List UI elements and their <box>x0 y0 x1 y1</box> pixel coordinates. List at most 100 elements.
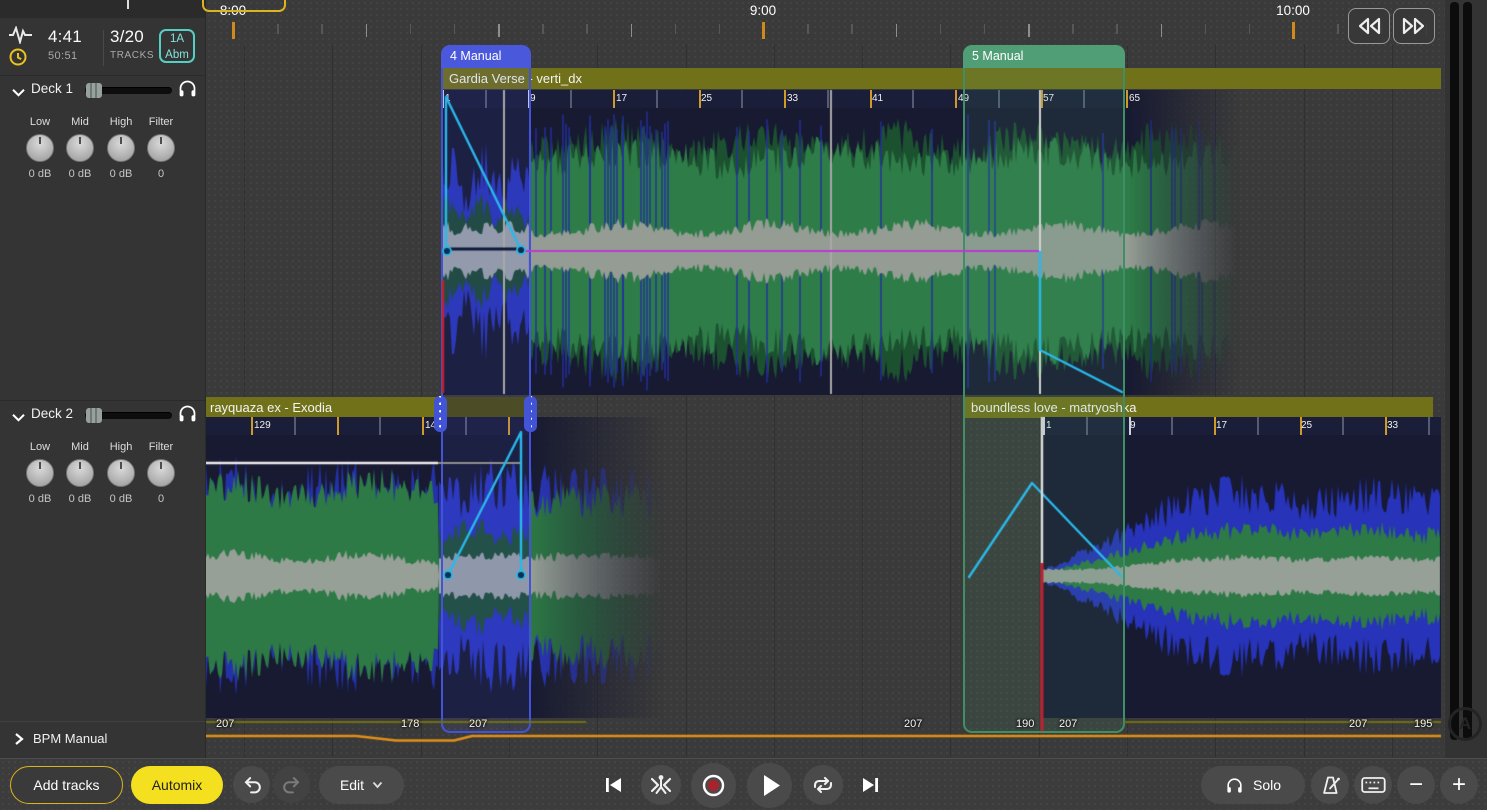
repeat-icon <box>810 772 836 798</box>
minor-tick <box>542 24 544 34</box>
deck-panel-1: Deck 1Low0 dBMid0 dBHigh0 dBFilter0 <box>0 75 205 398</box>
knob-dial[interactable] <box>107 459 135 487</box>
hour-tick <box>232 22 235 39</box>
zoom-in-button[interactable]: + <box>1440 766 1478 804</box>
brand-logo: A <box>1448 707 1482 741</box>
level-meter-rail: A <box>1445 0 1487 758</box>
deck-collapse-toggle[interactable] <box>11 85 26 103</box>
minimap-tick <box>127 0 129 9</box>
automix-label: Automix <box>152 777 203 793</box>
deck-collapse-toggle[interactable] <box>11 410 26 428</box>
transition-body-5[interactable] <box>963 68 1125 733</box>
undo-button[interactable] <box>233 766 270 803</box>
minor-tick <box>454 24 456 34</box>
transition-label-5[interactable]: 5 Manual <box>963 45 1125 68</box>
knob-dial[interactable] <box>66 134 94 162</box>
waveform-deck2[interactable] <box>206 435 1441 718</box>
play-button[interactable] <box>747 763 792 808</box>
skip-to-start-button[interactable] <box>602 774 624 796</box>
transition-region-4[interactable]: 4 Manual <box>441 45 531 68</box>
bottom-toolbar: Add tracks Automix Edit <box>0 758 1487 810</box>
key-badge[interactable]: 1A Abm <box>159 29 195 63</box>
deck-cue-button[interactable] <box>177 403 198 429</box>
solo-button[interactable]: Solo <box>1201 766 1305 804</box>
track-titlebar-deck2-left[interactable]: rayquaza ex - Exodia <box>206 397 441 418</box>
beat-tick <box>294 417 296 435</box>
transition-region-5[interactable]: 5 Manual <box>963 45 1125 68</box>
session-info-row: 4:41 50:51 3/20 TRACKS 1A Abm <box>0 18 205 76</box>
knob-dial[interactable] <box>66 459 94 487</box>
knob-mid: Mid0 dB <box>58 116 102 180</box>
zoom-out-button[interactable]: − <box>1397 766 1435 804</box>
clock-icon <box>8 47 28 67</box>
knob-label: Filter <box>139 441 183 453</box>
fast-forward-button[interactable] <box>1393 8 1435 44</box>
knob-label: Low <box>18 441 62 453</box>
transition-label-4[interactable]: 4 Manual <box>441 45 531 68</box>
fast-forward-icon <box>1399 16 1429 36</box>
loop-button[interactable] <box>803 765 843 805</box>
track-titlebar-deck1[interactable]: Gardia Verse - verti_dx <box>441 68 1441 89</box>
minimap-strip[interactable] <box>0 0 205 18</box>
beat-number: 129 <box>254 420 271 431</box>
bpm-manual-row[interactable]: BPM Manual <box>0 721 205 759</box>
knob-dial[interactable] <box>147 134 175 162</box>
minimap-viewport[interactable] <box>202 0 286 12</box>
bpm-value: 190 <box>1016 718 1034 730</box>
minor-tick <box>631 24 633 37</box>
hour-tick <box>762 22 765 39</box>
knob-label: Low <box>18 116 62 128</box>
record-button[interactable] <box>691 763 736 808</box>
bpm-value: 207 <box>904 718 922 730</box>
knob-label: Filter <box>139 116 183 128</box>
time-label: 10:00 <box>1276 3 1310 18</box>
level-meter-2 <box>1463 2 1472 740</box>
slider-handle[interactable] <box>86 83 102 98</box>
chevron-down-icon <box>11 412 26 423</box>
minor-tick <box>1116 24 1118 34</box>
beat-number: 33 <box>1387 420 1398 431</box>
deck-volume-slider[interactable] <box>85 412 172 419</box>
deck-name: Deck 1 <box>31 81 73 96</box>
beat-tick <box>337 417 339 435</box>
knob-dial[interactable] <box>26 134 54 162</box>
bpm-value: 207 <box>1059 718 1077 730</box>
knob-low: Low0 dB <box>18 116 62 180</box>
minor-tick <box>1028 24 1030 37</box>
headphones-icon <box>1225 776 1244 795</box>
deck-panel-2: Deck 2Low0 dBMid0 dBHigh0 dBFilter0 <box>0 400 205 723</box>
knob-dial[interactable] <box>26 459 54 487</box>
key-code: 1A <box>161 32 193 48</box>
transition-body-4[interactable] <box>441 68 531 733</box>
timeline-area[interactable]: 8:009:0010:00 Gardia Verse - verti_dx ra… <box>206 0 1445 758</box>
beat-tick <box>251 417 253 435</box>
automix-button[interactable]: Automix <box>131 766 223 804</box>
slider-handle[interactable] <box>86 408 102 423</box>
beat-tick <box>379 417 381 435</box>
skip-to-end-button[interactable] <box>860 774 882 796</box>
deck-name: Deck 2 <box>31 406 73 421</box>
beat-tick <box>1257 417 1259 435</box>
skip-to-start-icon <box>602 774 624 796</box>
deck-cue-button[interactable] <box>177 78 198 104</box>
knob-dial[interactable] <box>147 459 175 487</box>
keyboard-button[interactable] <box>1354 766 1392 804</box>
minor-tick <box>410 24 412 34</box>
metronome-button[interactable] <box>1311 766 1349 804</box>
beat-number: 17 <box>1216 420 1227 431</box>
waveform-deck1[interactable] <box>441 108 1441 395</box>
deck-volume-slider[interactable] <box>85 87 172 94</box>
beat-tick <box>1428 417 1430 435</box>
redo-icon <box>280 773 304 797</box>
rewind-button[interactable] <box>1348 8 1390 44</box>
knob-dial[interactable] <box>107 134 135 162</box>
minor-tick <box>498 24 500 37</box>
redo-button[interactable] <box>273 766 310 803</box>
add-tracks-button[interactable]: Add tracks <box>10 766 123 804</box>
play-icon <box>747 763 792 808</box>
keyboard-icon <box>1361 776 1386 795</box>
knob-value: 0 dB <box>58 493 102 505</box>
edit-menu-button[interactable]: Edit <box>319 766 404 804</box>
beat-tick <box>741 90 743 108</box>
mic-arrows-button[interactable] <box>641 765 681 805</box>
